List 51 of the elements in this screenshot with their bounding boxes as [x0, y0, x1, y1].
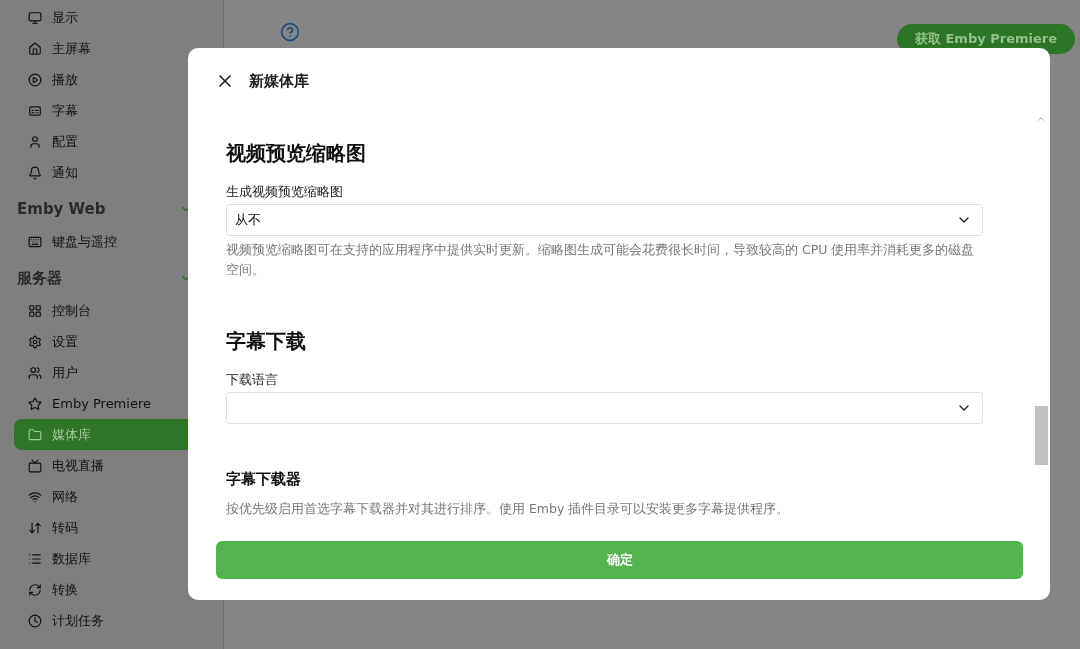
description-text: 视频预览缩略图可在支持的应用程序中提供实时更新。缩略图生成可能会花费很长时间，导致较高的 CPU 使用率并消耗更多的磁盘空间。: [226, 241, 976, 279]
keyboard-icon: [28, 234, 42, 249]
play-icon: [28, 72, 42, 87]
sidebar-item[interactable]: 电视直播: [14, 450, 209, 481]
clock-icon: [28, 613, 42, 628]
sidebar-item[interactable]: 数据库: [14, 543, 209, 574]
section-subheading: 字幕下载器: [226, 470, 302, 489]
sidebar-item[interactable]: 网络: [14, 481, 209, 512]
users-icon: [28, 365, 42, 380]
user-icon: [28, 134, 42, 149]
list-icon: [28, 551, 42, 566]
arrows-icon: [28, 520, 42, 535]
field-label: 生成视频预览缩略图: [226, 183, 344, 201]
sidebar-item[interactable]: 主屏幕: [14, 33, 209, 64]
confirm-button[interactable]: 确定: [216, 541, 1023, 579]
scrollbar-thumb[interactable]: [1035, 406, 1048, 465]
section-header: 服务器: [17, 268, 62, 288]
sidebar-item[interactable]: 播放: [14, 64, 209, 95]
select-field[interactable]: 从不: [226, 204, 983, 236]
sidebar-item[interactable]: 键盘与遥控: [14, 226, 209, 257]
captions-icon: [28, 103, 42, 118]
wifi-icon: [28, 489, 42, 504]
settings-icon: [28, 334, 42, 349]
sidebar-item[interactable]: 设置: [14, 326, 209, 357]
sidebar-item[interactable]: Emby Premiere: [14, 388, 209, 419]
sidebar-item[interactable]: 转码: [14, 512, 209, 543]
sidebar-item[interactable]: 计划任务: [14, 605, 209, 636]
monitor-icon: [28, 10, 42, 25]
sidebar-item[interactable]: 显示: [14, 2, 209, 33]
field-label: 下载语言: [226, 371, 279, 389]
description-text: 按优先级启用首选字幕下载器并对其进行排序。使用 Emby 插件目录可以安装更多字幕提供程序。: [226, 501, 791, 518]
folder-icon: [28, 427, 42, 442]
sidebar-item[interactable]: 转换: [14, 574, 209, 605]
tv-icon: [28, 458, 42, 473]
section-heading: 字幕下载: [226, 328, 307, 355]
section-heading: 视频预览缩略图: [226, 140, 367, 167]
bell-icon: [28, 165, 42, 180]
star-icon: [28, 396, 42, 411]
sidebar-item[interactable]: 配置: [14, 126, 209, 157]
refresh-icon: [28, 582, 42, 597]
sidebar-item[interactable]: 控制台: [14, 295, 209, 326]
scroll-up-icon[interactable]: [1036, 114, 1046, 124]
section-header: Emby Web: [17, 200, 106, 218]
home-icon: [28, 41, 42, 56]
sidebar-item[interactable]: 用户: [14, 357, 209, 388]
select-field[interactable]: [226, 392, 983, 424]
help-icon[interactable]: [280, 22, 300, 42]
dialog-title: 新媒体库: [249, 71, 309, 91]
sidebar-item[interactable]: 通知: [14, 157, 209, 188]
grid-icon: [28, 303, 42, 318]
sidebar-item[interactable]: 字幕: [14, 95, 209, 126]
